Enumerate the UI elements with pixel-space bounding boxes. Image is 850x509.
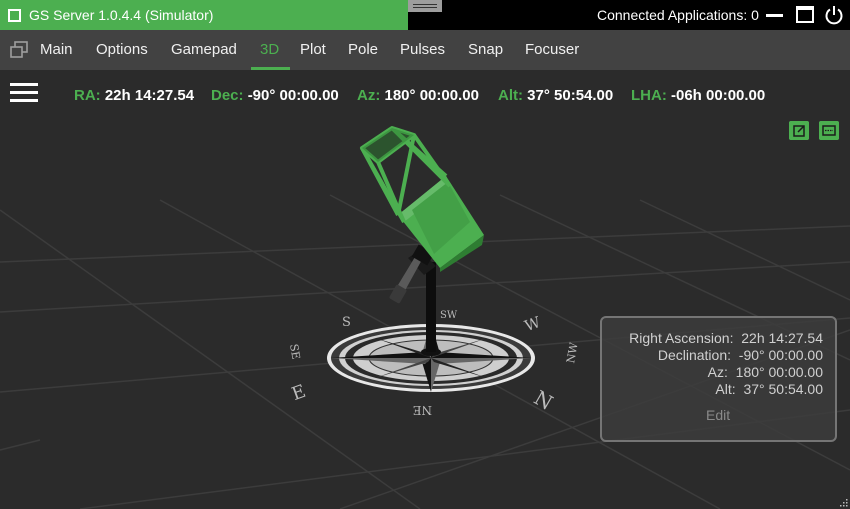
info-dec: Declination: -90° 00:00.00: [657, 347, 823, 363]
tab-3d[interactable]: 3D: [260, 30, 279, 70]
alt-readout: Alt: 37° 50:54.00: [498, 87, 614, 104]
compass-ne: NE: [413, 403, 432, 417]
info-ra: Right Ascension: 22h 14:27.54: [629, 330, 823, 346]
windows-icon[interactable]: [10, 41, 28, 59]
tab-gamepad[interactable]: Gamepad: [171, 30, 237, 70]
tab-main[interactable]: Main: [40, 30, 73, 70]
tab-pulses[interactable]: Pulses: [400, 30, 445, 70]
compass-se: SE: [287, 343, 303, 361]
checkbox-icon[interactable]: [8, 8, 21, 22]
az-readout: Az: 180° 00:00.00: [357, 87, 479, 104]
maximize-icon[interactable]: [796, 6, 814, 23]
dec-readout: Dec: -90° 00:00.00: [211, 87, 339, 104]
power-icon[interactable]: [824, 5, 844, 25]
popout-icon[interactable]: [789, 121, 809, 140]
tab-plot[interactable]: Plot: [300, 30, 326, 70]
tab-snap[interactable]: Snap: [468, 30, 503, 70]
tab-focuser[interactable]: Focuser: [525, 30, 579, 70]
compass-nw: NW: [564, 341, 581, 365]
compass-n: N: [530, 385, 557, 415]
resize-grip-icon[interactable]: [838, 497, 848, 507]
hamburger-icon[interactable]: [10, 83, 38, 103]
compass-s: S: [342, 315, 351, 330]
compass-e: E: [289, 381, 309, 405]
ra-readout: RA: 22h 14:27.54: [74, 87, 195, 104]
active-tab-indicator: [251, 67, 290, 70]
tab-pole[interactable]: Pole: [348, 30, 378, 70]
screen-icon[interactable]: [819, 121, 839, 140]
lha-readout: LHA: -06h 00:00.00: [631, 87, 766, 104]
info-alt: Alt: 37° 50:54.00: [715, 381, 823, 397]
title-bar: GS Server 1.0.4.4 (Simulator) Connected …: [0, 0, 850, 30]
app-title-area: GS Server 1.0.4.4 (Simulator): [0, 0, 408, 30]
info-az: Az: 180° 00:00.00: [707, 364, 823, 380]
edit-button[interactable]: Edit: [706, 407, 730, 423]
connected-applications: Connected Applications: 0: [597, 7, 759, 23]
drag-handle[interactable]: [408, 0, 442, 12]
tab-options[interactable]: Options: [96, 30, 148, 70]
compass-w: W: [522, 313, 543, 335]
telescope-3d-view[interactable]: S W SE NW E N NE SW: [0, 110, 850, 509]
minimize-icon[interactable]: [766, 14, 783, 17]
compass-sw: SW: [440, 310, 458, 321]
position-info-panel: Right Ascension: 22h 14:27.54 Declinatio…: [600, 316, 837, 442]
app-title: GS Server 1.0.4.4 (Simulator): [29, 7, 214, 23]
